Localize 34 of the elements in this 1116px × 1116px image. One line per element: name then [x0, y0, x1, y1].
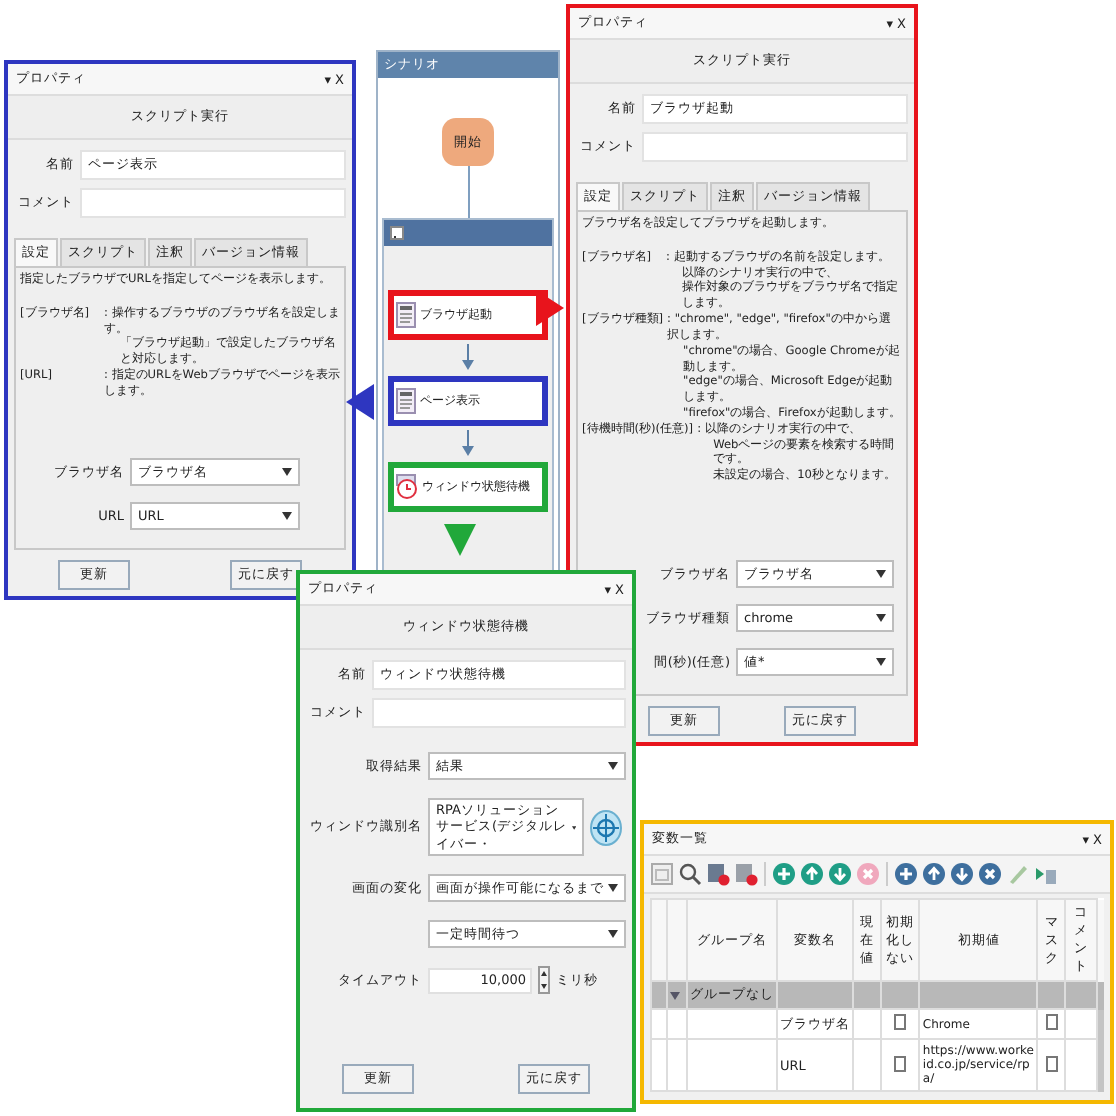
target-icon[interactable] — [590, 809, 622, 846]
delete-column-icon[interactable] — [734, 862, 758, 886]
caret-icon — [876, 614, 886, 622]
comment-field[interactable] — [642, 132, 908, 162]
move-down-icon[interactable] — [950, 862, 974, 886]
checkbox[interactable] — [894, 1014, 907, 1030]
comment-field[interactable] — [372, 698, 626, 728]
checkbox[interactable] — [1045, 1014, 1058, 1030]
caret-icon — [876, 570, 886, 578]
clock-icon — [396, 474, 418, 500]
delete-icon[interactable] — [978, 862, 1002, 886]
caret-icon — [608, 884, 618, 893]
caret-icon — [282, 512, 292, 520]
move-up-icon[interactable] — [800, 862, 824, 886]
spinner-icon[interactable] — [538, 966, 550, 995]
document-icon — [396, 388, 416, 414]
checkbox[interactable] — [1045, 1055, 1058, 1071]
add-icon[interactable] — [772, 862, 796, 886]
caret-icon — [608, 930, 618, 939]
caret-icon — [876, 658, 886, 666]
checkbox[interactable] — [894, 1055, 907, 1071]
search-icon[interactable] — [678, 862, 702, 886]
add-icon[interactable] — [894, 862, 918, 886]
document-icon — [396, 302, 416, 328]
delete-variable-icon[interactable] — [706, 862, 730, 886]
pointer-arrow — [444, 524, 476, 556]
expand-icon[interactable] — [670, 991, 680, 999]
caret-icon — [608, 762, 618, 770]
move-down-icon[interactable] — [828, 862, 852, 886]
export-icon[interactable] — [1034, 862, 1058, 886]
comment-field[interactable] — [80, 188, 346, 218]
caret-icon — [282, 468, 292, 476]
collapse-icon[interactable] — [390, 226, 404, 240]
move-up-icon[interactable] — [922, 862, 946, 886]
